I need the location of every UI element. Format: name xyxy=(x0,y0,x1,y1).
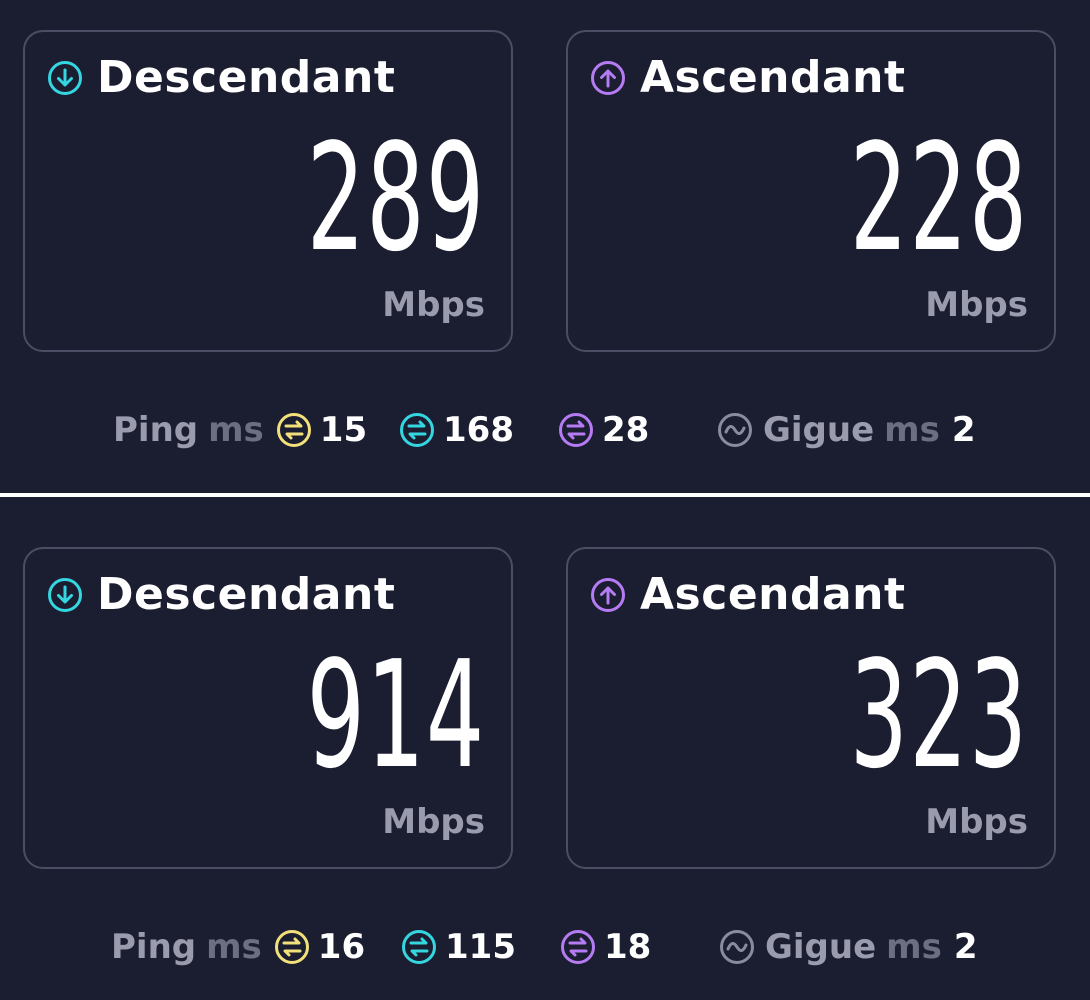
ping-label: Ping xyxy=(113,410,199,450)
ping-download-icon xyxy=(402,930,436,964)
ping-download-value: 168 xyxy=(443,410,514,450)
jitter-label: Gigue xyxy=(763,410,875,450)
ping-idle-icon xyxy=(274,930,309,964)
jitter-value: 2 xyxy=(953,927,978,967)
jitter-unit: ms xyxy=(884,410,940,450)
upload-speed-value: 323 xyxy=(849,629,1028,801)
ping-download-stat: 115 xyxy=(401,923,516,971)
jitter-label: Gigue xyxy=(765,927,877,967)
jitter-stat: Gigue ms 2 xyxy=(719,923,978,971)
download-header: Descendant xyxy=(47,573,395,617)
upload-speed-value: 228 xyxy=(849,112,1028,284)
ping-download-stat: 168 xyxy=(399,406,514,454)
download-card: Descendant 289 Mbps xyxy=(23,30,513,352)
jitter-value: 2 xyxy=(951,410,976,450)
speedtest-result-2: Descendant 914 Mbps Ascendant 323 Mbps P… xyxy=(0,497,1090,1000)
latency-stats-row: Ping ms 15 168 28 Gigue ms 2 xyxy=(0,406,1090,454)
ping-download-icon xyxy=(400,413,434,447)
ping-idle-icon xyxy=(276,413,311,447)
upload-title: Ascendant xyxy=(640,52,906,103)
download-arrow-icon xyxy=(48,61,82,95)
latency-stats-row: Ping ms 16 115 18 Gigue ms 2 xyxy=(0,923,1090,971)
ping-download-value: 115 xyxy=(445,927,516,967)
upload-header: Ascendant xyxy=(590,56,906,100)
speedtest-result-1: Descendant 289 Mbps Ascendant 228 Mbps P… xyxy=(0,0,1090,493)
download-arrow-icon xyxy=(48,578,82,612)
download-speed-value: 289 xyxy=(306,112,485,284)
ping-upload-value: 18 xyxy=(604,927,652,967)
download-speed-unit: Mbps xyxy=(382,285,485,325)
ping-upload-icon xyxy=(559,413,593,447)
upload-speed-unit: Mbps xyxy=(925,285,1028,325)
ping-idle-stat: Ping ms 15 xyxy=(113,406,367,454)
download-title: Descendant xyxy=(97,569,396,620)
ping-upload-icon xyxy=(561,930,595,964)
upload-speed-unit: Mbps xyxy=(925,802,1028,842)
upload-card: Ascendant 228 Mbps xyxy=(566,30,1056,352)
jitter-wave-icon xyxy=(720,930,754,964)
ping-upload-value: 28 xyxy=(602,410,650,450)
jitter-unit: ms xyxy=(886,927,942,967)
ping-label: Ping xyxy=(111,927,197,967)
jitter-stat: Gigue ms 2 xyxy=(717,406,976,454)
upload-title: Ascendant xyxy=(640,569,906,620)
ping-unit: ms xyxy=(208,410,264,450)
download-header: Descendant xyxy=(47,56,395,100)
download-title: Descendant xyxy=(97,52,396,103)
upload-header: Ascendant xyxy=(590,573,906,617)
ping-idle-stat: Ping ms 16 xyxy=(111,923,365,971)
upload-arrow-icon xyxy=(591,61,625,95)
upload-arrow-icon xyxy=(591,578,625,612)
download-speed-unit: Mbps xyxy=(382,802,485,842)
ping-idle-value: 16 xyxy=(317,927,366,967)
ping-unit: ms xyxy=(206,927,262,967)
ping-upload-stat: 18 xyxy=(560,923,651,971)
download-card: Descendant 914 Mbps xyxy=(23,547,513,869)
download-speed-value: 914 xyxy=(306,629,485,801)
ping-upload-stat: 28 xyxy=(558,406,649,454)
ping-idle-value: 15 xyxy=(319,410,368,450)
jitter-wave-icon xyxy=(718,413,752,447)
upload-card: Ascendant 323 Mbps xyxy=(566,547,1056,869)
